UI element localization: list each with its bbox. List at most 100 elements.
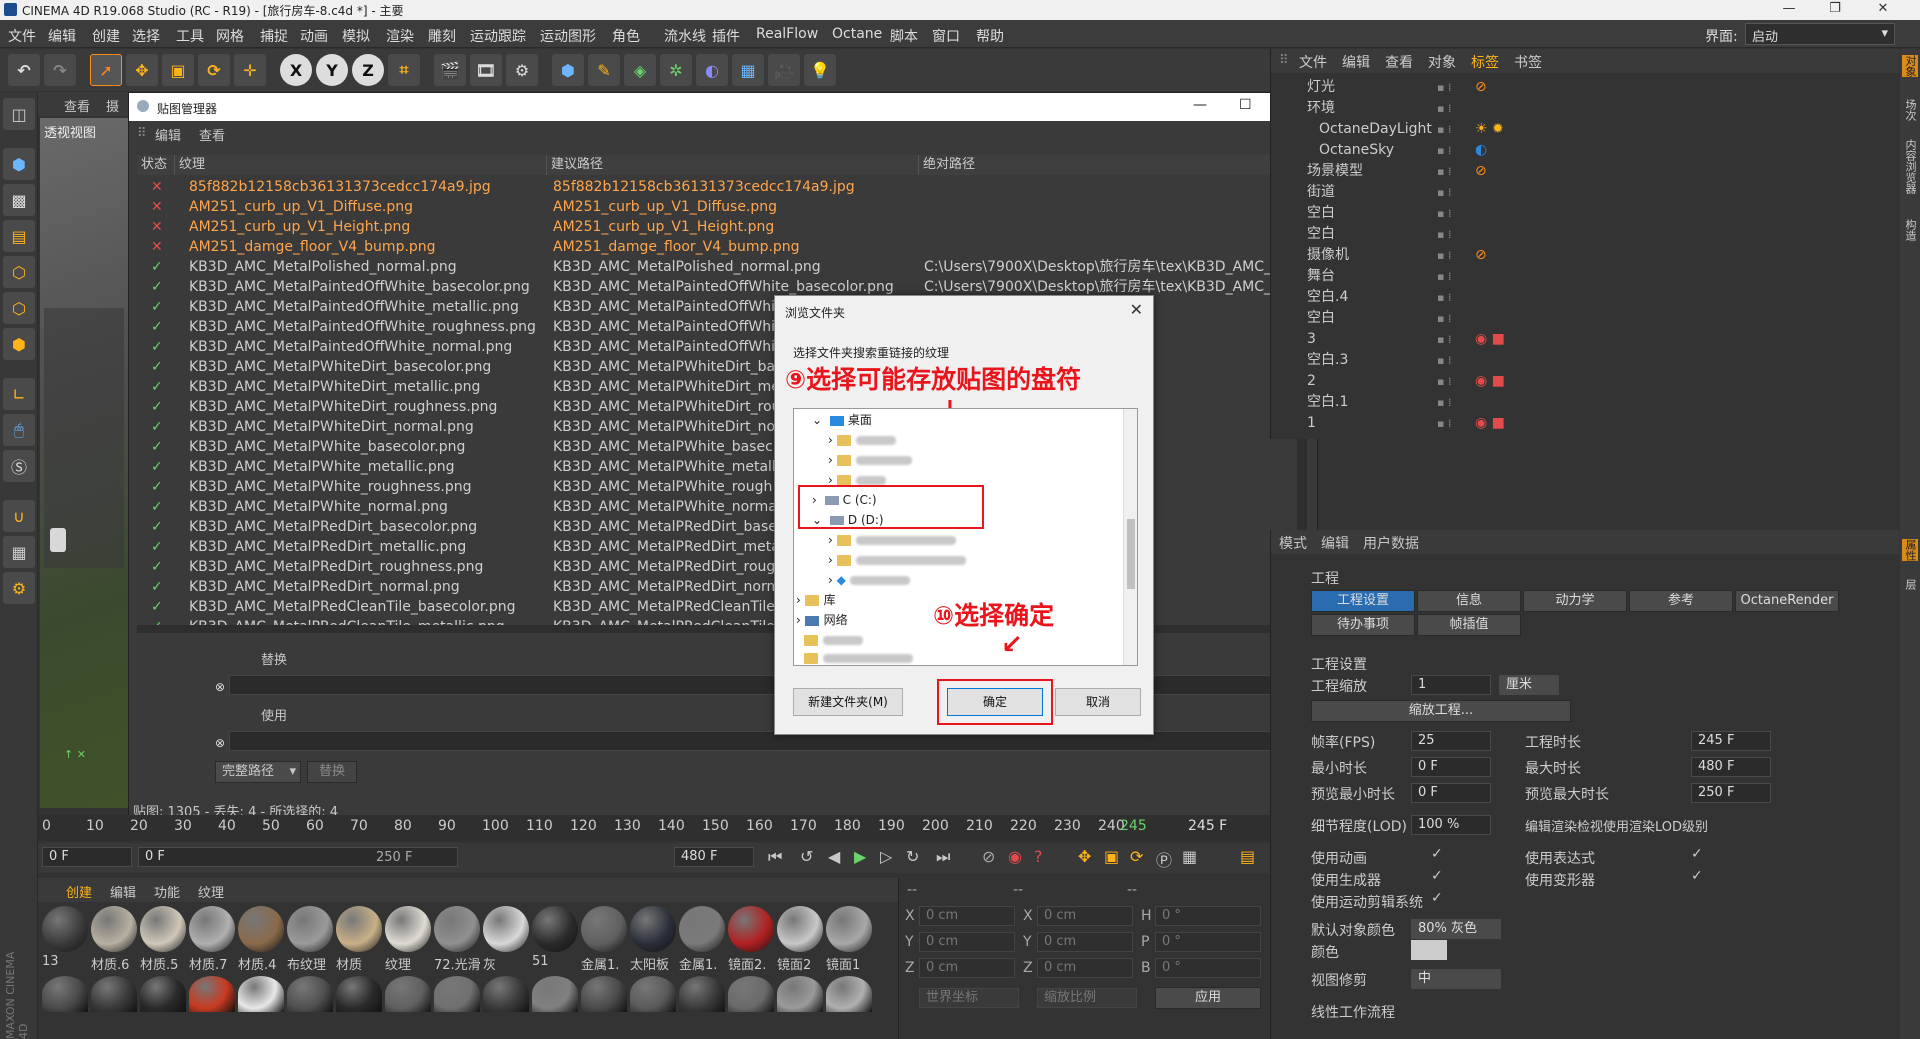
layers-side-tab[interactable]: 构造 [1902, 219, 1918, 241]
menu-item-18[interactable]: 脚本 [890, 26, 918, 46]
tree-item-network[interactable]: › 网络 [796, 611, 848, 629]
tree-item-library[interactable]: › 库 [796, 591, 836, 609]
object-row[interactable]: 空白 ▪ ⁞ [1271, 224, 1899, 245]
attributes-side-tab[interactable]: 属性 [1902, 539, 1918, 561]
lod-input[interactable]: 100 % [1411, 815, 1491, 835]
octane-tag-icon[interactable]: ◉ ■ [1475, 329, 1505, 350]
view-clip-select[interactable]: 中 [1411, 969, 1501, 989]
object-row[interactable]: OctaneSky ▪ ⁞ ◐ [1271, 140, 1899, 161]
rotation-h-input[interactable]: 0 ° [1155, 906, 1261, 926]
key-scale-icon[interactable]: ▣ [1104, 847, 1119, 866]
select-cursor-icon[interactable]: ➚ [90, 54, 122, 86]
grid-mode-icon[interactable]: ▦ [3, 536, 35, 568]
floor-icon[interactable]: ▦ [732, 54, 764, 86]
texmgr-menu-view[interactable]: 查看 [199, 125, 225, 144]
material-swatch[interactable] [336, 976, 382, 1012]
object-row[interactable]: 空白.1 ▪ ⁞ [1271, 392, 1899, 413]
tree-vscroll-thumb[interactable] [1127, 519, 1135, 589]
visibility-toggle-icon[interactable]: ▪ ⁞ [1437, 161, 1451, 182]
visibility-toggle-icon[interactable]: ▪ ⁞ [1437, 287, 1451, 308]
preview-max-input[interactable]: 250 F [1691, 783, 1771, 803]
attribute-menu-2[interactable]: 用户数据 [1363, 533, 1419, 553]
size-y-input[interactable]: 0 cm [1037, 932, 1133, 952]
material-swatch[interactable] [581, 906, 627, 952]
material-swatch[interactable] [189, 906, 235, 952]
render-picture-viewer-icon[interactable]: 🎞 [470, 54, 502, 86]
tree-item-blurred-1[interactable]: › [828, 431, 896, 449]
material-swatch[interactable] [826, 976, 872, 1012]
material-swatch[interactable] [385, 906, 431, 952]
model-mode-icon[interactable]: ◫ [3, 98, 35, 130]
position-x-input[interactable]: 0 cm [919, 906, 1015, 926]
visibility-toggle-icon[interactable]: ▪ ⁞ [1437, 371, 1451, 392]
column-header-texture[interactable]: 纹理 [175, 155, 547, 175]
key-move-icon[interactable]: ✥ [1078, 847, 1091, 866]
cancel-button[interactable]: 取消 [1055, 688, 1141, 716]
texture-row[interactable]: ✕ 85f882b12158cb36131373cedcc174a9.jpg 85f… [137, 177, 1307, 197]
replace-button[interactable]: 替换 [307, 761, 357, 783]
step-forward-icon[interactable]: ▷ [880, 847, 892, 866]
attribute-tab2-0[interactable]: 待办事项 [1311, 614, 1415, 636]
menu-item-17[interactable]: Octane [832, 26, 882, 42]
object-row[interactable]: 舞台 ▪ ⁞ [1271, 266, 1899, 287]
visibility-toggle-icon[interactable]: ▪ ⁞ [1437, 119, 1451, 140]
attribute-tab-3[interactable]: 参考 [1629, 590, 1733, 612]
menu-item-13[interactable]: 角色 [612, 26, 640, 46]
object-menu-0[interactable]: 文件 [1299, 52, 1327, 72]
visibility-toggle-icon[interactable]: ▪ ⁞ [1437, 77, 1451, 98]
material-swatch[interactable] [336, 906, 382, 952]
perspective-viewport[interactable]: 透视视图 ↑ ✕ [40, 118, 132, 808]
coordinate-system-icon[interactable]: ⌗ [388, 54, 420, 86]
fps-input[interactable]: 25 [1411, 731, 1491, 751]
texture-mode-icon[interactable]: ▩ [3, 184, 35, 216]
material-menu-3[interactable]: 纹理 [198, 882, 224, 901]
visibility-toggle-icon[interactable]: ▪ ⁞ [1437, 224, 1451, 245]
menu-item-15[interactable]: 插件 [712, 26, 740, 46]
layout-select[interactable]: 启动 ▾ [1745, 23, 1895, 45]
menu-item-8[interactable]: 模拟 [342, 26, 370, 46]
object-row[interactable]: 3 ▪ ⁞ ◉ ■ [1271, 329, 1899, 350]
apply-button[interactable]: 应用 [1155, 987, 1261, 1009]
preview-min-input[interactable]: 0 F [1411, 783, 1491, 803]
material-swatch[interactable] [42, 906, 88, 952]
object-row[interactable]: 空白 ▪ ⁞ [1271, 203, 1899, 224]
object-menu-4[interactable]: 标签 [1471, 52, 1499, 72]
object-menu-5[interactable]: 书签 [1514, 52, 1542, 72]
material-menu-0[interactable]: 创建 [66, 882, 92, 901]
material-swatch[interactable] [728, 976, 774, 1012]
sculpt-mode-icon[interactable]: ⚙ [3, 572, 35, 604]
axis-mode-icon[interactable]: ∟ [3, 378, 35, 410]
clear-use-icon[interactable]: ⊗ [215, 736, 225, 750]
visibility-toggle-icon[interactable]: ▪ ⁞ [1437, 245, 1451, 266]
current-frame-input[interactable]: 0 F [42, 847, 132, 867]
material-swatch[interactable] [630, 976, 676, 1012]
material-swatch[interactable] [679, 976, 725, 1012]
max-time-input[interactable]: 480 F [1691, 757, 1771, 777]
content-browser-side-tab[interactable]: 内容浏览器 [1902, 139, 1918, 194]
go-to-start-icon[interactable]: ⏮ [768, 847, 782, 867]
object-row[interactable]: 2 ▪ ⁞ ◉ ■ [1271, 371, 1899, 392]
material-swatch[interactable] [532, 906, 578, 952]
tree-vscrollbar[interactable] [1123, 409, 1137, 665]
world-coord-select[interactable]: 世界坐标 [919, 988, 1019, 1008]
visibility-toggle-icon[interactable]: ▪ ⁞ [1437, 98, 1451, 119]
undo-icon[interactable]: ↶ [8, 54, 40, 86]
use-motion-checkbox[interactable]: ✓ [1431, 890, 1443, 906]
material-swatch[interactable] [287, 976, 333, 1012]
attribute-menu-1[interactable]: 编辑 [1321, 533, 1349, 553]
minimize-button[interactable]: — [1766, 1, 1812, 16]
render-view-icon[interactable]: 🎬 [434, 54, 466, 86]
color-swatch[interactable] [1411, 940, 1447, 960]
material-swatch[interactable] [728, 906, 774, 952]
move-icon[interactable]: ✥ [126, 54, 158, 86]
tree-item-desktop[interactable]: ⌄ 桌面 [812, 411, 872, 429]
go-to-end-icon[interactable]: ⏭ [936, 847, 950, 867]
material-swatch[interactable] [434, 906, 480, 952]
transform-icon[interactable]: ✛ [234, 54, 266, 86]
tree-item-blurred-2[interactable]: › [828, 451, 912, 469]
material-swatch[interactable] [238, 906, 284, 952]
sun-tag-icon[interactable]: ☀ ✹ [1475, 119, 1504, 140]
object-menu-2[interactable]: 查看 [1385, 52, 1413, 72]
edges-mode-icon[interactable]: ⬡ [3, 292, 35, 324]
ok-button[interactable]: 确定 [947, 688, 1043, 716]
